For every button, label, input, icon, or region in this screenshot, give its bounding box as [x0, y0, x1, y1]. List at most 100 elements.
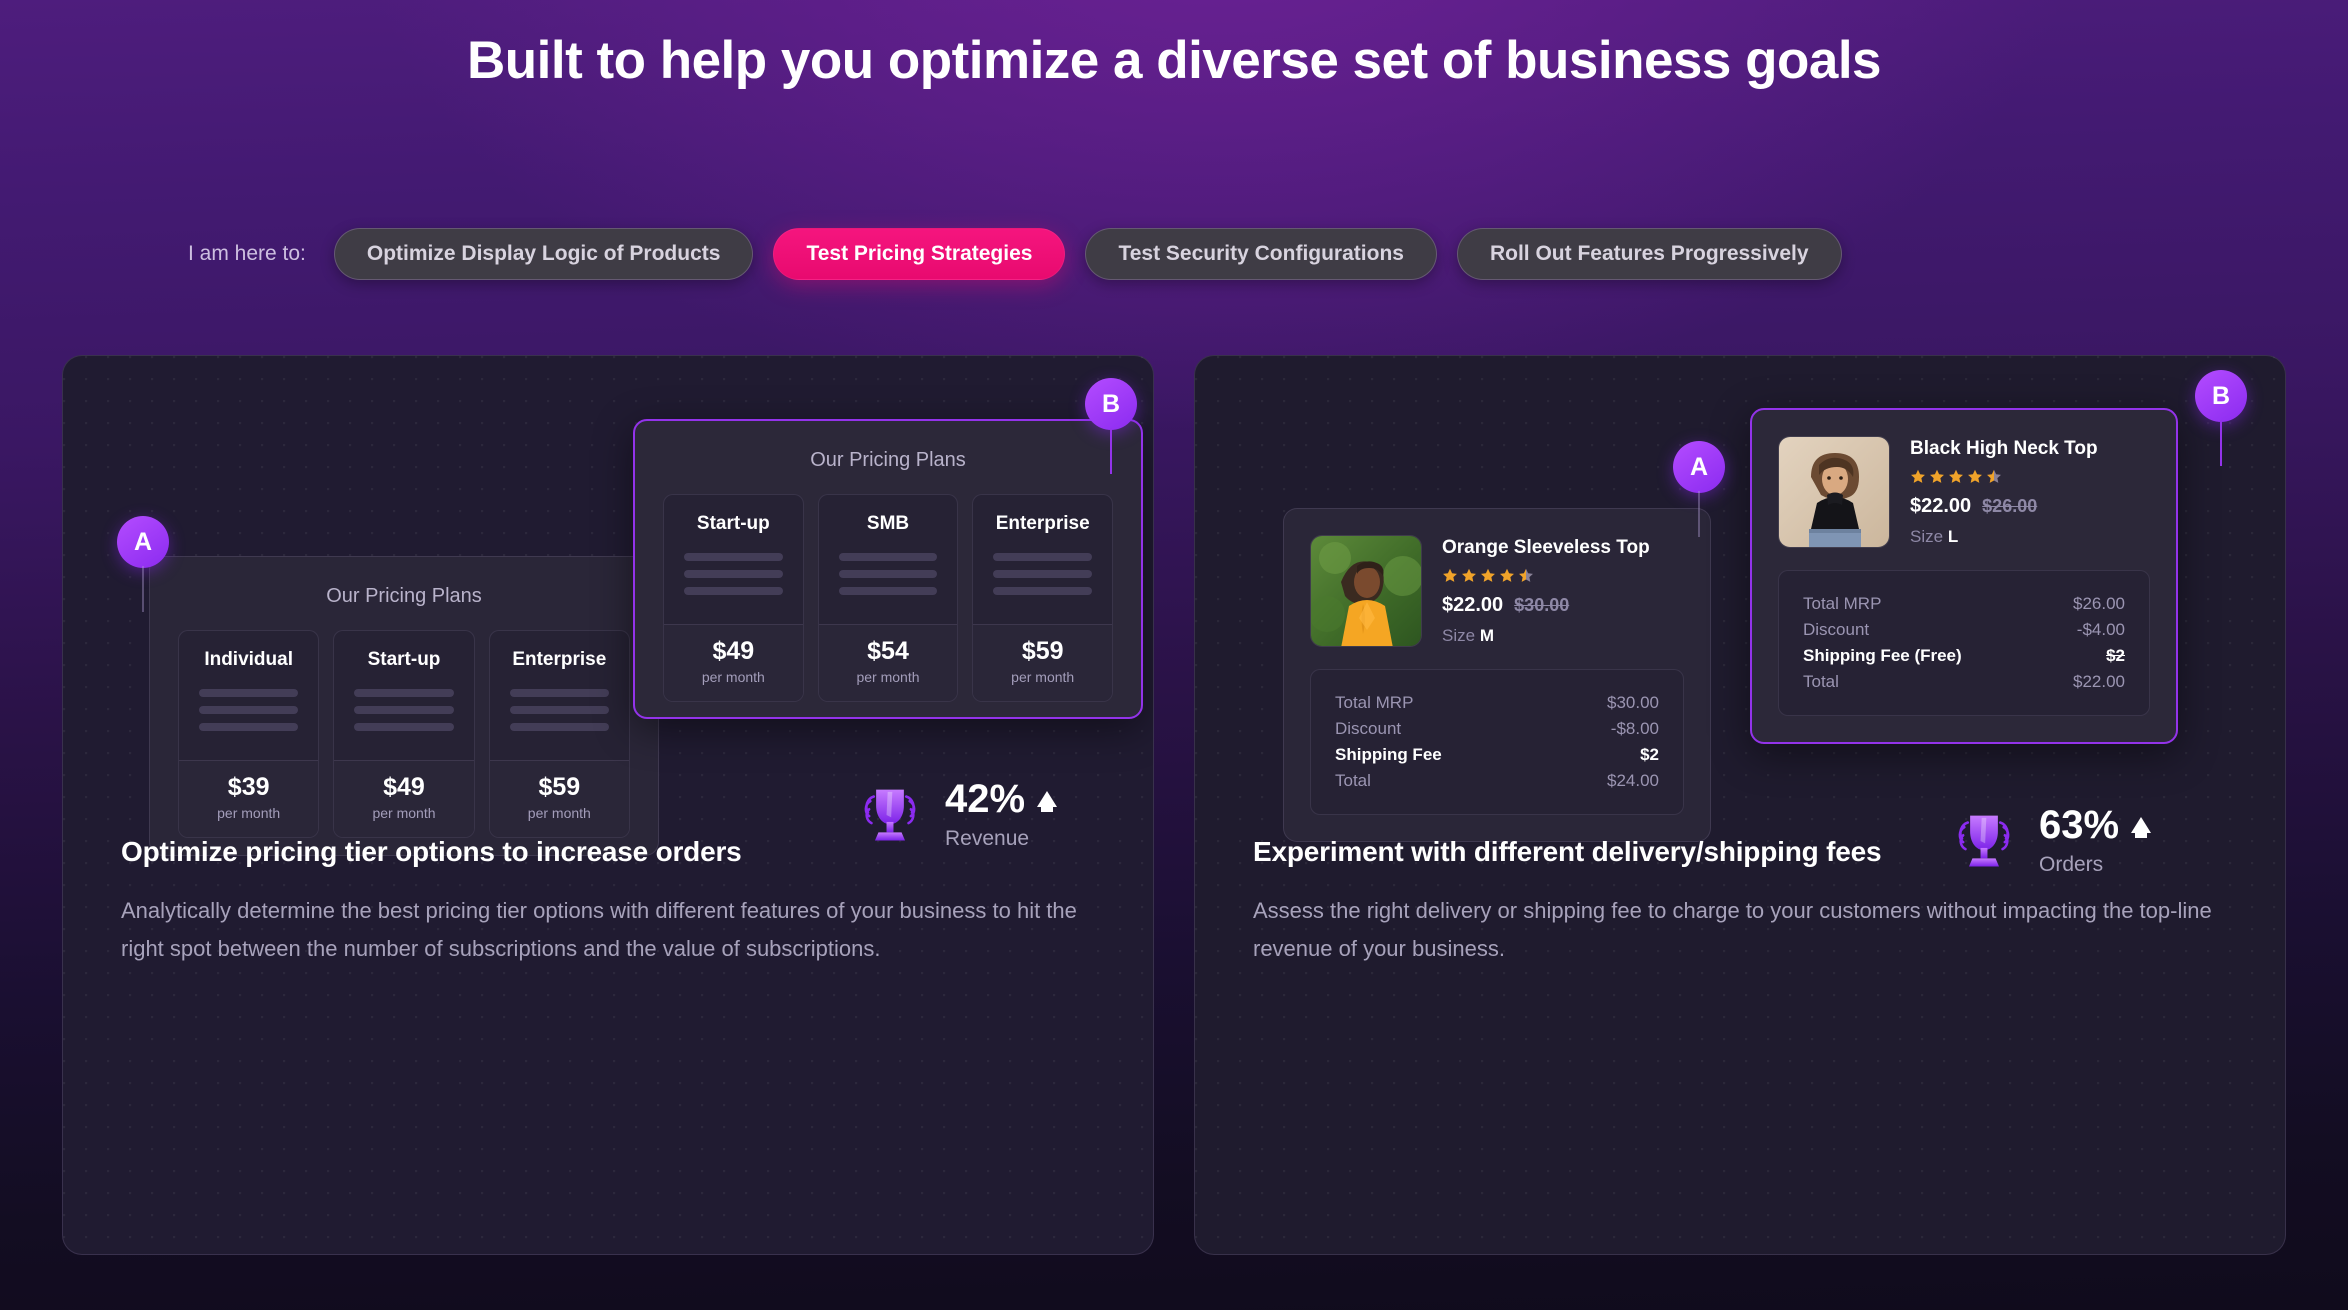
bill-label: Shipping Fee: [1335, 745, 1442, 764]
plan-card[interactable]: Start-up $49 per month: [663, 494, 804, 702]
bill-row: Total $24.00: [1335, 768, 1659, 794]
tab-test-pricing-strategies[interactable]: Test Pricing Strategies: [773, 228, 1066, 280]
plan-bottom: $49 per month: [664, 624, 803, 701]
plan-feature-placeholder: [199, 723, 299, 731]
product-b-name: Black High Neck Top: [1910, 438, 2098, 459]
plan-period: per month: [372, 805, 436, 821]
bill-label: Total MRP: [1335, 693, 1414, 712]
product-a-summary: Orange Sleeveless Top $22.00 $30.00 Size…: [1310, 535, 1684, 647]
plan-top: Enterprise: [490, 631, 629, 760]
plan-bottom: $49 per month: [334, 760, 474, 837]
bill-value: -$8.00: [1610, 719, 1659, 738]
goal-tab-bar: I am here to: Optimize Display Logic of …: [188, 228, 1842, 280]
product-b-price-original: $26.00: [1982, 496, 2038, 516]
plan-feature-placeholder: [993, 553, 1093, 561]
star-icon: [1500, 568, 1514, 582]
plan-name: Start-up: [696, 513, 770, 534]
plan-name: Enterprise: [512, 649, 607, 670]
product-panel-variant-b[interactable]: Black High Neck Top $22.00 $26.00 Size L…: [1750, 408, 2178, 744]
plan-period: per month: [527, 805, 591, 821]
variant-a-badge-stem: [142, 566, 144, 612]
plan-card[interactable]: Enterprise $59 per month: [488, 630, 630, 838]
tab-bar-prefix-label: I am here to:: [188, 242, 306, 265]
plan-card[interactable]: SMB $54 per month: [817, 494, 959, 702]
tab-test-security-configurations[interactable]: Test Security Configurations: [1085, 228, 1437, 280]
bill-label: Discount: [1803, 620, 1870, 639]
tab-roll-out-features[interactable]: Roll Out Features Progressively: [1456, 228, 1842, 280]
bill-label: Total: [1335, 771, 1371, 790]
plan-card[interactable]: Enterprise $59 per month: [972, 494, 1114, 702]
bill-row: Total MRP $26.00: [1803, 591, 2125, 617]
variant-a-badge: A: [117, 516, 169, 612]
bill-row: Discount -$4.00: [1803, 617, 2125, 643]
bill-value: $22.00: [2073, 672, 2125, 691]
arrow-up-icon: [2131, 817, 2152, 838]
star-icon: [1911, 469, 1925, 483]
plan-top: Start-up: [334, 631, 473, 760]
plan-feature-placeholder: [838, 587, 938, 595]
product-a-size-value: M: [1479, 626, 1494, 645]
plan-feature-placeholder: [509, 706, 609, 714]
variant-b-badge: B: [1085, 378, 1137, 474]
bill-label: Shipping Fee (Free): [1803, 646, 1962, 665]
bill-row: Total $22.00: [1803, 669, 2125, 695]
product-a-bill: Total MRP $30.00 Discount -$8.00 Shippin…: [1310, 669, 1684, 815]
product-b-price-row: $22.00 $26.00: [1910, 495, 2098, 518]
bill-row-shipping-free: Shipping Fee (Free) $2: [1803, 643, 2125, 669]
plan-feature-placeholder: [993, 570, 1093, 578]
plan-price: $39: [227, 773, 270, 801]
plan-feature-placeholder: [684, 553, 783, 561]
plan-period: per month: [1011, 669, 1075, 685]
product-a-image: [1310, 535, 1422, 647]
pricing-tier-card: Our Pricing Plans Individual $39 per mon…: [62, 355, 1154, 1255]
shipping-card-heading: Experiment with different delivery/shipp…: [1253, 836, 1882, 867]
product-b-size-value: L: [1947, 527, 1959, 546]
plan-feature-placeholder: [199, 706, 299, 714]
plan-name: SMB: [866, 513, 910, 534]
plan-feature-placeholder: [684, 587, 783, 595]
woman-black-top-photo: [1779, 437, 1889, 547]
plan-price: $49: [712, 637, 755, 665]
star-icon: [1481, 568, 1495, 582]
woman-orange-top-photo: [1311, 536, 1421, 646]
pricing-panel-variant-b[interactable]: Our Pricing Plans Start-up $49 per month: [633, 419, 1143, 719]
variant-b-badge-stem: [1110, 428, 1112, 474]
plan-top: Individual: [179, 631, 318, 760]
plan-bottom: $54 per month: [818, 624, 958, 701]
plan-top: Enterprise: [973, 495, 1112, 624]
plan-period: per month: [701, 669, 765, 685]
bill-value: $2: [2106, 646, 2125, 665]
shipping-card-body: Assess the right delivery or shipping fe…: [1253, 898, 2212, 961]
tab-optimize-display-logic[interactable]: Optimize Display Logic of Products: [333, 228, 754, 280]
use-case-cards: Our Pricing Plans Individual $39 per mon…: [62, 355, 2286, 1255]
pricing-card-body: Analytically determine the best pricing …: [121, 898, 1077, 961]
product-panel-variant-a[interactable]: Orange Sleeveless Top $22.00 $30.00 Size…: [1283, 508, 1711, 842]
plan-name: Start-up: [367, 649, 441, 670]
star-half-icon: [1987, 469, 2001, 483]
revenue-metric-value-row: 42%: [945, 779, 1058, 819]
product-b-size: Size L: [1910, 527, 2098, 547]
star-icon: [1462, 568, 1476, 582]
pricing-panel-b-title: Our Pricing Plans: [810, 449, 966, 471]
bill-row: Discount -$8.00: [1335, 716, 1659, 742]
bill-row: Total MRP $30.00: [1335, 690, 1659, 716]
star-icon: [1443, 568, 1457, 582]
plan-card[interactable]: Individual $39 per month: [178, 630, 320, 838]
plan-top: SMB: [819, 495, 958, 624]
product-b-image: [1778, 436, 1890, 548]
product-b-size-label: Size: [1910, 527, 1944, 546]
pricing-plan-list-a: Individual $39 per month Start-up $49 pe…: [178, 630, 630, 838]
product-a-rating: [1442, 568, 1650, 584]
bill-label: Total: [1803, 672, 1839, 691]
plan-feature-placeholder: [199, 689, 299, 697]
star-icon: [1968, 469, 1982, 483]
plan-price: $54: [867, 637, 909, 665]
star-icon: [1930, 469, 1944, 483]
product-a-name: Orange Sleeveless Top: [1442, 537, 1650, 558]
plan-card[interactable]: Start-up $49 per month: [333, 630, 475, 838]
pricing-panel-variant-a[interactable]: Our Pricing Plans Individual $39 per mon…: [149, 556, 659, 856]
plan-feature-placeholder: [993, 587, 1093, 595]
product-b-price-current: $22.00: [1910, 495, 1972, 517]
product-b-summary: Black High Neck Top $22.00 $26.00 Size L: [1778, 436, 2150, 548]
shipping-variant-a-badge-label: A: [1673, 441, 1725, 493]
